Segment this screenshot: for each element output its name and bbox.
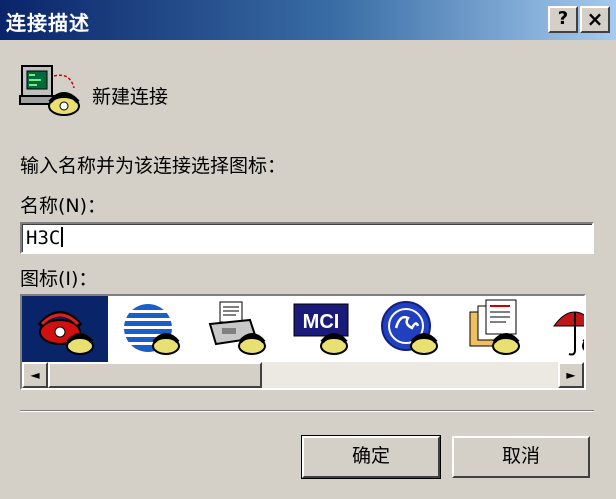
scrollbar-thumb[interactable] [48, 362, 262, 388]
icon-option-fax[interactable] [194, 296, 280, 362]
telephone-computer-icon [19, 65, 80, 116]
icon-option-documents[interactable] [452, 296, 538, 362]
icon-option-red-telephone[interactable] [22, 296, 108, 362]
striped-globe-icon [122, 304, 180, 355]
instruction-text: 输入名称并为该连接选择图标： [20, 155, 287, 177]
icon-option-ge[interactable] [366, 296, 452, 362]
documents-icon [469, 299, 520, 355]
name-input[interactable]: H3C [20, 222, 594, 254]
text-caret [61, 227, 64, 247]
ok-button[interactable]: 确定 [301, 435, 441, 479]
mci-logo-icon: MCI [293, 303, 349, 355]
icon-label: 图标(I)： [20, 268, 98, 290]
close-button[interactable]: × [580, 6, 610, 33]
mci-logo-text: MCI [303, 311, 340, 333]
title-bar[interactable]: 连接描述 ? × [0, 0, 616, 40]
divider [20, 410, 594, 412]
arrow-left-icon: ◄ [30, 368, 40, 382]
connection-title: 新建连接 [92, 86, 169, 108]
name-input-value: H3C [26, 227, 61, 249]
red-telephone-icon [37, 311, 94, 355]
icon-option-mci[interactable]: MCI [280, 296, 366, 362]
icon-option-umbrella[interactable] [538, 296, 584, 362]
window-title: 连接描述 [6, 11, 90, 35]
cancel-button[interactable]: 取消 [452, 436, 590, 478]
icon-option-globe[interactable] [108, 296, 194, 362]
horizontal-scrollbar[interactable]: ◄ ► [22, 362, 584, 388]
name-label: 名称(N)： [20, 195, 107, 217]
ge-logo-icon [381, 301, 438, 355]
umbrella-icon [553, 311, 584, 356]
arrow-right-icon: ► [566, 368, 576, 382]
help-button[interactable]: ? [548, 6, 578, 33]
scroll-left-button[interactable]: ◄ [22, 362, 48, 388]
icon-list[interactable]: MCI ◄ ► [20, 294, 586, 390]
fax-machine-icon [208, 301, 266, 355]
scroll-right-button[interactable]: ► [558, 362, 584, 388]
